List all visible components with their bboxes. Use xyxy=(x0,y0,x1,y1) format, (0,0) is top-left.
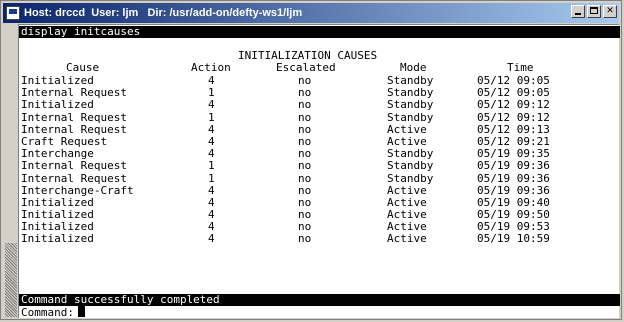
title-bar[interactable]: Host: drccd User: ljm Dir: /usr/add-on/d… xyxy=(3,3,619,23)
action-cell: 1 xyxy=(208,110,215,124)
table-row: Internal Request 1 no Standby 05/12 09:12 xyxy=(19,110,618,124)
column-header-escalated: Escalated xyxy=(276,61,336,74)
status-message: Command successfully completed xyxy=(19,294,620,306)
table-row: Internal Request 1 no Standby 05/19 09:36 xyxy=(19,160,618,172)
time-cell: 05/19 10:59 xyxy=(477,232,550,246)
prompt-label: Command: xyxy=(21,306,74,319)
text-cursor xyxy=(77,306,85,317)
cause-cell: Initialized xyxy=(21,232,94,246)
mode-cell: Standby xyxy=(387,98,434,112)
terminal-app-icon[interactable] xyxy=(6,6,20,20)
column-header-action: Action xyxy=(191,61,231,74)
window-title: Host: drccd User: ljm Dir: /usr/add-on/d… xyxy=(24,7,303,19)
table-row: Initialized 4 no Standby 05/12 09:12 xyxy=(19,99,618,111)
terminal-screen[interactable]: display initcauses INITIALIZATION CAUSES… xyxy=(18,24,620,319)
action-cell: 1 xyxy=(208,159,215,173)
action-cell: 1 xyxy=(208,171,215,185)
minimize-button[interactable] xyxy=(571,5,585,18)
table-row: Internal Request 1 no Standby 05/19 09:36 xyxy=(19,171,618,185)
escalated-cell: no xyxy=(298,98,312,112)
cause-cell: Initialized xyxy=(21,98,94,112)
terminal-window: Host: drccd User: ljm Dir: /usr/add-on/d… xyxy=(0,0,622,320)
time-cell: 05/19 09:36 xyxy=(477,171,550,185)
mode-cell: Standby xyxy=(387,159,434,173)
cause-cell: Internal Request xyxy=(21,171,127,185)
escalated-cell: no xyxy=(298,171,312,185)
time-cell: 05/12 09:12 xyxy=(477,110,550,124)
cause-cell: Internal Request xyxy=(21,159,127,173)
command-prompt[interactable]: Command: xyxy=(21,306,85,319)
mode-cell: Standby xyxy=(387,171,434,185)
column-header-mode: Mode xyxy=(400,61,427,74)
scrollbar-track[interactable] xyxy=(5,243,17,317)
column-header-time: Time xyxy=(507,61,534,74)
time-cell: 05/19 09:36 xyxy=(477,159,550,173)
init-causes-table: Initialized 4 no Standby 05/12 09:05 Interna… xyxy=(19,74,618,246)
time-cell: 05/12 09:12 xyxy=(477,98,550,112)
escalated-cell: no xyxy=(298,110,312,124)
cause-cell: Internal Request xyxy=(21,110,127,124)
action-cell: 4 xyxy=(208,98,215,112)
column-header-cause: Cause xyxy=(66,61,100,74)
action-cell: 4 xyxy=(208,232,215,246)
maximize-button[interactable] xyxy=(587,5,601,18)
escalated-cell: no xyxy=(298,232,312,246)
command-echo-line: display initcauses xyxy=(19,26,620,38)
close-button[interactable]: ✕ xyxy=(603,5,617,18)
window-controls: ✕ xyxy=(571,5,617,18)
mode-cell: Active xyxy=(387,232,427,246)
table-row: Initialized 4 no Active 05/19 10:59 xyxy=(19,233,618,245)
escalated-cell: no xyxy=(298,159,312,173)
mode-cell: Standby xyxy=(387,110,434,124)
